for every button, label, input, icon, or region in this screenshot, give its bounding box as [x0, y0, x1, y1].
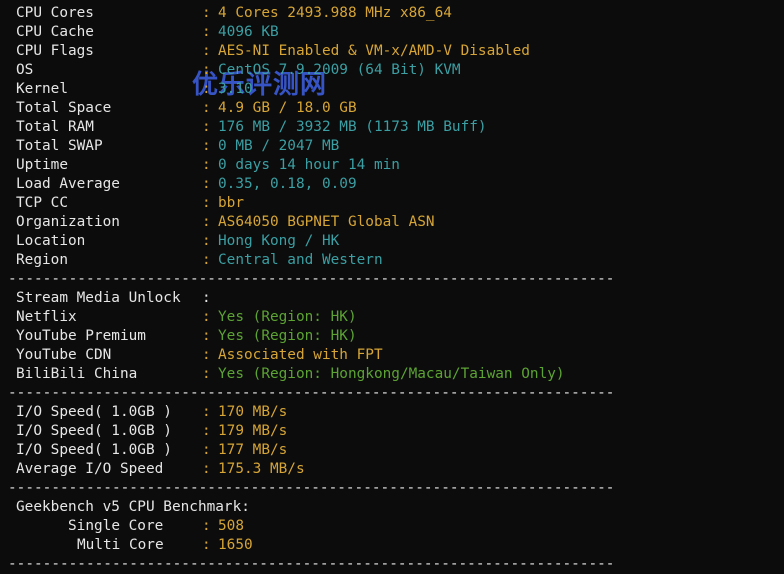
- colon: :: [202, 24, 211, 40]
- sysinfo-region-label: Region: [16, 252, 68, 268]
- sysinfo-os-value: CentOS 7.9.2009 (64 Bit) KVM: [218, 62, 461, 78]
- io-speed-2-label: I/O Speed( 1.0GB ): [16, 423, 172, 439]
- colon: :: [202, 100, 211, 116]
- sysinfo-total-space-value: 4.9 GB / 18.0 GB: [218, 100, 357, 116]
- separator-line: ----------------------------------------…: [8, 385, 615, 401]
- colon: :: [202, 404, 211, 420]
- sysinfo-total-ram-label: Total RAM: [16, 119, 94, 135]
- separator-line: ----------------------------------------…: [8, 271, 615, 287]
- colon: :: [202, 347, 211, 363]
- sysinfo-kernel-value: 3.10: [218, 81, 253, 97]
- colon: :: [202, 62, 211, 78]
- section-header: Stream Media Unlock: [16, 290, 181, 306]
- stream-youtube-cdn-value: Associated with FPT: [218, 347, 383, 363]
- stream-youtube-premium-label: YouTube Premium: [16, 328, 146, 344]
- sysinfo-total-swap-value: 0 MB / 2047 MB: [218, 138, 340, 154]
- sysinfo-cpu-cores-label: CPU Cores: [16, 5, 94, 21]
- sysinfo-kernel-label: Kernel: [16, 81, 68, 97]
- stream-netflix-label: Netflix: [16, 309, 77, 325]
- geekbench-single-core-value: 508: [218, 518, 244, 534]
- sysinfo-location-label: Location: [16, 233, 86, 249]
- sysinfo-cpu-cache-label: CPU Cache: [16, 24, 94, 40]
- stream-youtube-cdn-label: YouTube CDN: [16, 347, 112, 363]
- io-speed-1-value: 170 MB/s: [218, 404, 288, 420]
- geekbench-multi-core-value: 1650: [218, 537, 253, 553]
- io-speed-3-value: 177 MB/s: [218, 442, 288, 458]
- sysinfo-uptime-label: Uptime: [16, 157, 68, 173]
- stream-youtube-premium-value: Yes (Region: HK): [218, 328, 357, 344]
- sysinfo-total-swap-label: Total SWAP: [16, 138, 103, 154]
- colon: :: [202, 252, 211, 268]
- colon: :: [202, 366, 211, 382]
- stream-bilibili-china-value: Yes (Region: Hongkong/Macau/Taiwan Only): [218, 366, 565, 382]
- colon: :: [202, 157, 211, 173]
- colon: :: [202, 537, 211, 553]
- colon: :: [202, 81, 211, 97]
- colon: :: [202, 195, 211, 211]
- io-speed-4-label: Average I/O Speed: [16, 461, 164, 477]
- sysinfo-tcp-cc-label: TCP CC: [16, 195, 68, 211]
- colon: :: [202, 309, 211, 325]
- sysinfo-total-ram-value: 176 MB / 3932 MB (1173 MB Buff): [218, 119, 487, 135]
- io-speed-2-value: 179 MB/s: [218, 423, 288, 439]
- sysinfo-cpu-flags-value: AES-NI Enabled & VM-x/AMD-V Disabled: [218, 43, 530, 59]
- colon: :: [202, 5, 211, 21]
- colon: :: [202, 461, 211, 477]
- sysinfo-cpu-cores-value: 4 Cores 2493.988 MHz x86_64: [218, 5, 452, 21]
- io-speed-1-label: I/O Speed( 1.0GB ): [16, 404, 172, 420]
- sysinfo-region-value: Central and Western: [218, 252, 383, 268]
- sysinfo-uptime-value: 0 days 14 hour 14 min: [218, 157, 400, 173]
- geekbench-single-core-label: Single Core: [68, 518, 164, 534]
- colon: :: [202, 290, 211, 306]
- stream-bilibili-china-label: BiliBili China: [16, 366, 138, 382]
- sysinfo-os-label: OS: [16, 62, 34, 78]
- separator-line: ----------------------------------------…: [8, 480, 615, 496]
- geekbench-multi-core-label: Multi Core: [77, 537, 164, 553]
- colon: :: [202, 138, 211, 154]
- colon: :: [202, 328, 211, 344]
- colon: :: [202, 214, 211, 230]
- section-header: Geekbench v5 CPU Benchmark:: [16, 499, 250, 515]
- colon: :: [202, 43, 211, 59]
- sysinfo-cpu-cache-value: 4096 KB: [218, 24, 279, 40]
- colon: :: [202, 119, 211, 135]
- sysinfo-organization-label: Organization: [16, 214, 120, 230]
- colon: :: [202, 423, 211, 439]
- sysinfo-tcp-cc-value: bbr: [218, 195, 244, 211]
- terminal-window[interactable]: 优乐评测网 CPU Cores:4 Cores 2493.988 MHz x86…: [0, 0, 784, 572]
- sysinfo-load-average-label: Load Average: [16, 176, 120, 192]
- colon: :: [202, 442, 211, 458]
- colon: :: [202, 518, 211, 534]
- stream-netflix-value: Yes (Region: HK): [218, 309, 357, 325]
- io-speed-3-label: I/O Speed( 1.0GB ): [16, 442, 172, 458]
- sysinfo-organization-value: AS64050 BGPNET Global ASN: [218, 214, 435, 230]
- sysinfo-location-value: Hong Kong / HK: [218, 233, 340, 249]
- sysinfo-total-space-label: Total Space: [16, 100, 112, 116]
- colon: :: [202, 233, 211, 249]
- sysinfo-cpu-flags-label: CPU Flags: [16, 43, 94, 59]
- io-speed-4-value: 175.3 MB/s: [218, 461, 305, 477]
- sysinfo-load-average-value: 0.35, 0.18, 0.09: [218, 176, 357, 192]
- colon: :: [202, 176, 211, 192]
